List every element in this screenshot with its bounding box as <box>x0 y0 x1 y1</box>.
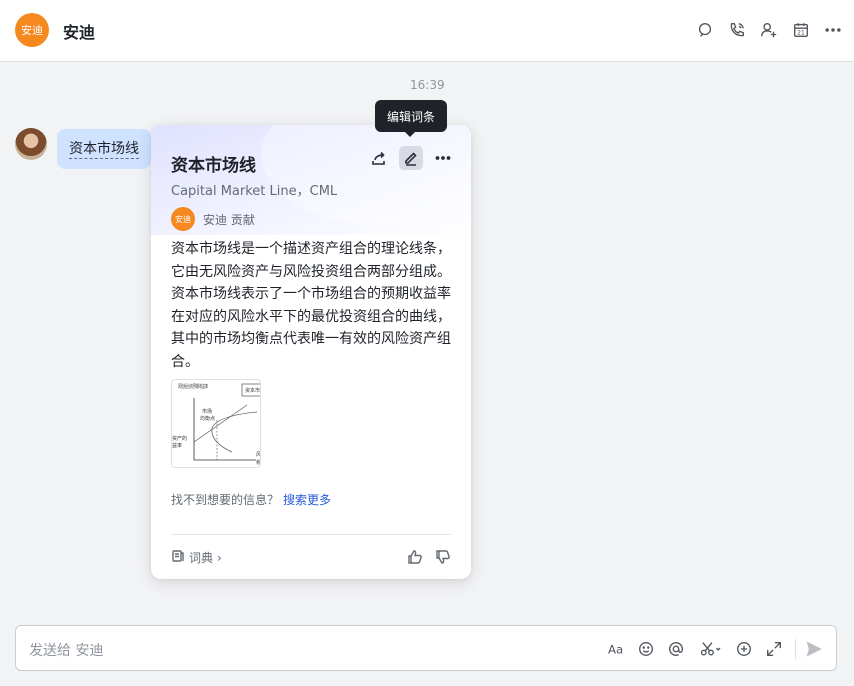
thumbs-up-icon[interactable] <box>407 549 423 565</box>
chat-avatar[interactable]: 安迪 <box>15 13 49 47</box>
thumb-xlabel-2: 析 <box>256 459 261 466</box>
expand-icon[interactable] <box>764 639 784 659</box>
card-more-icon[interactable] <box>431 146 455 170</box>
thumb-ylabel: 风险组合的预期收益率 <box>178 383 208 390</box>
add-icon[interactable] <box>734 639 754 659</box>
card-divider <box>171 534 451 535</box>
add-member-icon[interactable] <box>759 20 779 40</box>
dictionary-card: 资本市场线 Capital Market Line，CML 安迪 安迪 贡献 资… <box>151 125 471 579</box>
contributor-text: 安迪 贡献 <box>203 213 255 227</box>
thumb-point-label: 市场 <box>202 408 212 415</box>
thumb-point-label-2: 均衡点 <box>200 415 215 422</box>
calendar-icon[interactable]: 21 <box>791 20 811 40</box>
not-found-text: 找不到想要的信息？ <box>171 493 280 507</box>
chat-title[interactable]: 安迪 <box>63 19 95 43</box>
search-more-link[interactable]: 搜索更多 <box>283 491 331 508</box>
edit-icon[interactable] <box>399 146 423 170</box>
dictionary-link[interactable]: 词典 › <box>171 549 222 566</box>
mention-icon[interactable] <box>666 639 686 659</box>
send-icon[interactable] <box>804 639 824 659</box>
thumb-xlabel: 风 <box>256 452 261 458</box>
thumb-left-label-2: 益率 <box>172 442 182 449</box>
font-format-icon[interactable]: Aa <box>606 639 628 659</box>
thumb-left-label: 资产的 <box>172 435 187 442</box>
term-description: 资本市场线是一个描述资产组合的理论线条，它由无风险资产与风险投资组合两部分组成。… <box>171 241 451 370</box>
message-timestamp: 16:39 <box>410 78 445 92</box>
emoji-icon[interactable] <box>636 639 656 659</box>
message-bubble[interactable]: 资本市场线 <box>57 129 151 169</box>
term-subtitle: Capital Market Line，CML <box>171 184 338 199</box>
dictionary-label: 词典 <box>189 551 214 565</box>
term-title: 资本市场线 <box>171 156 256 176</box>
chevron-right-icon: › <box>217 550 222 565</box>
call-icon[interactable] <box>727 20 747 40</box>
dictionary-icon <box>171 549 189 566</box>
svg-text:21: 21 <box>797 31 805 37</box>
search-chat-icon[interactable] <box>695 20 715 40</box>
message-input-box[interactable]: 发送给 安迪 Aa <box>15 625 837 671</box>
message-text[interactable]: 资本市场线 <box>69 140 139 159</box>
user-avatar[interactable] <box>15 128 47 160</box>
chat-header: 安迪 安迪 21 <box>0 0 854 62</box>
share-icon[interactable] <box>367 146 391 170</box>
edit-tooltip: 编辑词条 <box>375 100 447 137</box>
screenshot-icon[interactable] <box>698 639 724 659</box>
message-input[interactable]: 发送给 安迪 <box>29 640 103 660</box>
svg-text:Aa: Aa <box>608 643 623 657</box>
thumbs-down-icon[interactable] <box>435 549 451 565</box>
thumb-legend: 资本市 <box>245 387 260 394</box>
more-icon[interactable] <box>823 20 843 40</box>
input-separator <box>795 639 796 659</box>
contributor-avatar[interactable]: 安迪 <box>171 207 195 231</box>
term-thumbnail-image[interactable]: 风险组合的预期收益率 资本市 市场 均衡点 资产的 益率 风 析 <box>171 379 261 468</box>
